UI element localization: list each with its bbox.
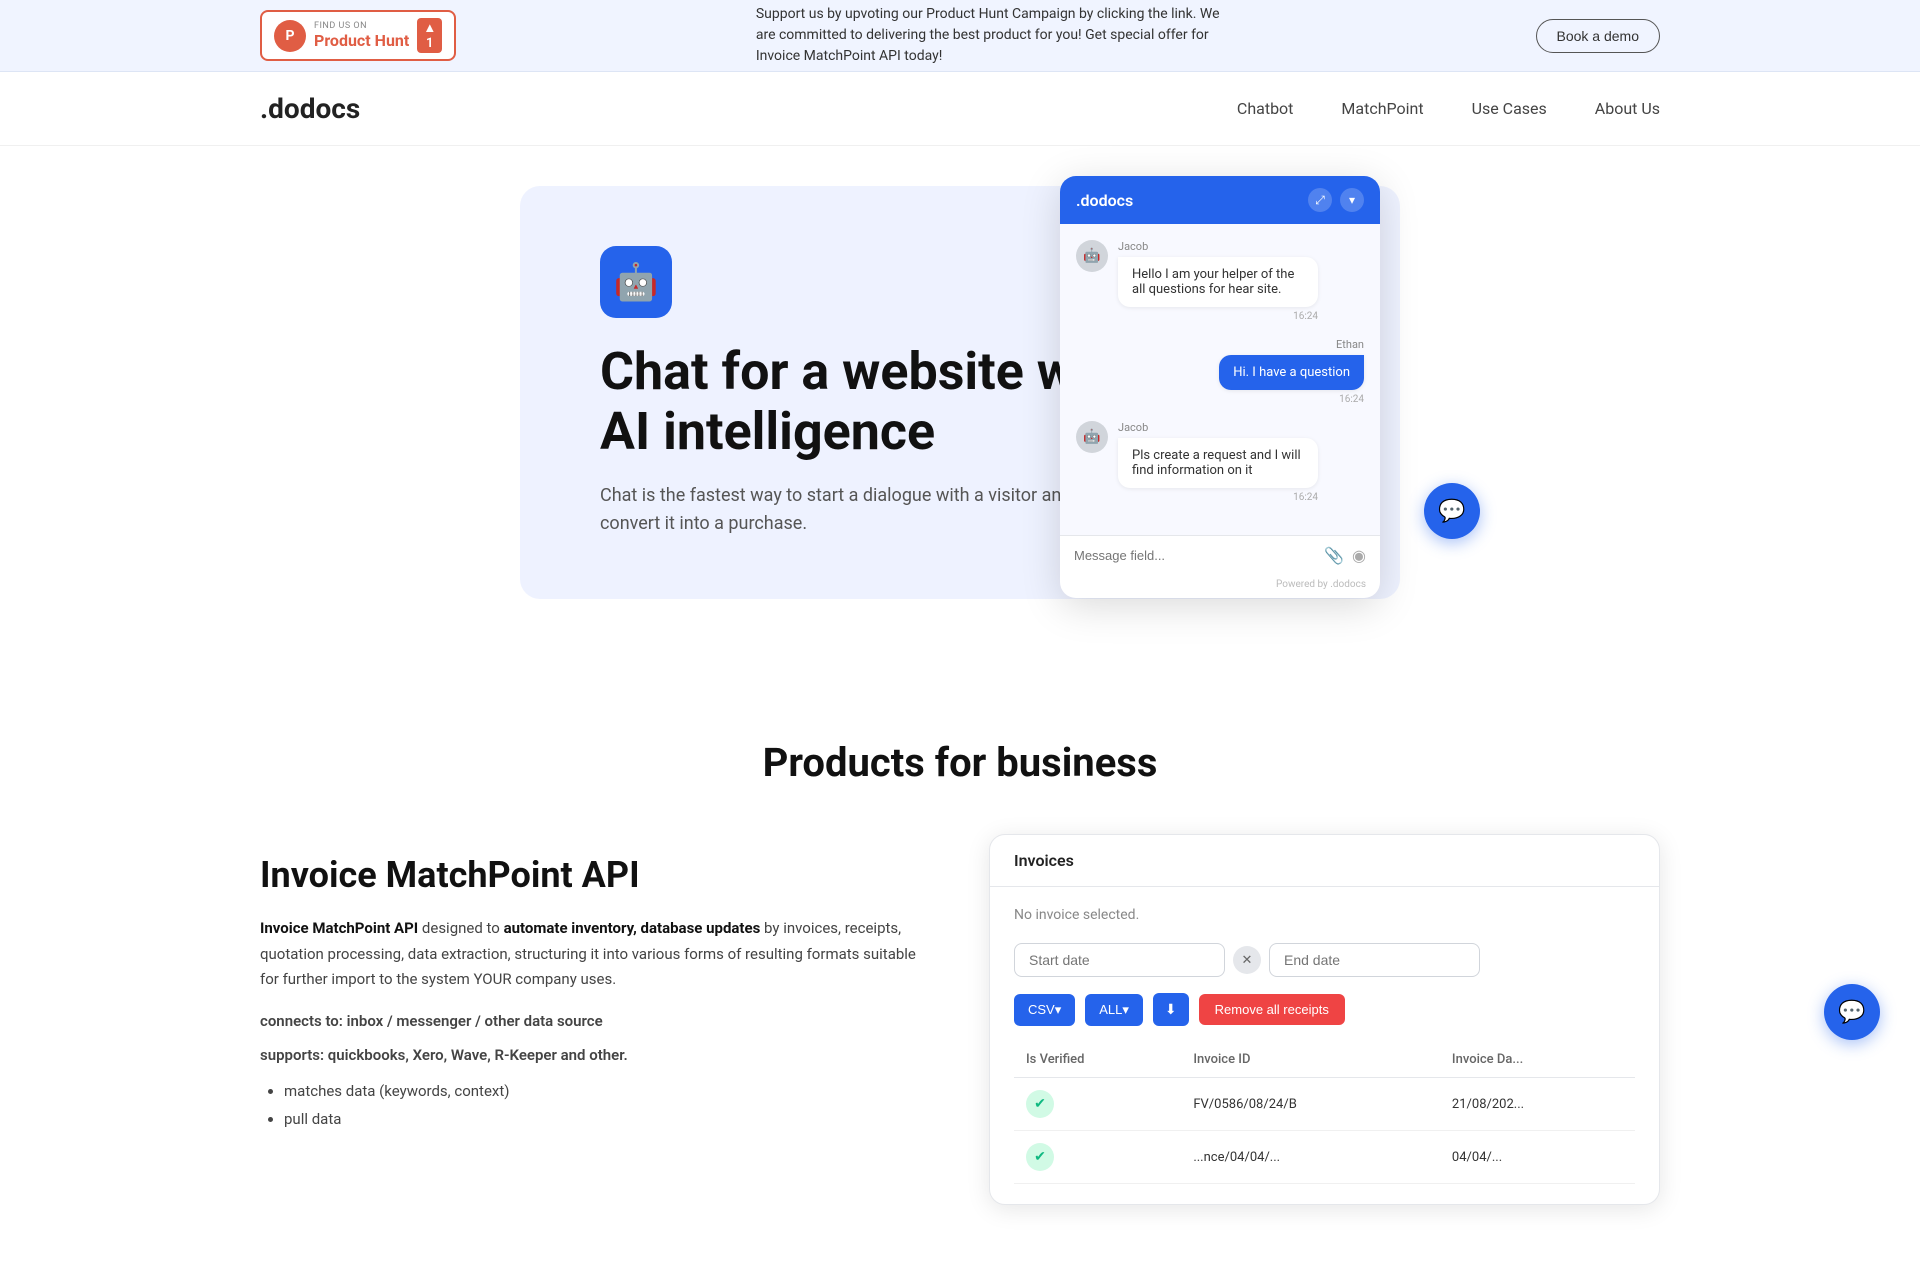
chat-header-title: .dodocs [1076,191,1133,210]
chat-bubble-3: Pls create a request and I will find inf… [1118,438,1318,488]
product-desc: Invoice MatchPoint API designed to autom… [260,916,929,993]
product-desc-prefix: Invoice MatchPoint API [260,919,418,937]
hero-floating-chat-button[interactable]: 💬 [1424,483,1480,539]
nav-links: Chatbot MatchPoint Use Cases About Us [1237,99,1660,118]
page-floating-chat-button[interactable]: 💬 [1824,984,1880,1040]
row2-id: ...nce/04/04/... [1181,1131,1440,1184]
chat-input[interactable] [1074,548,1316,563]
product-connects: connects to: inbox / messenger / other d… [260,1009,929,1033]
chat-expand-icon[interactable]: ⤢ [1308,188,1332,212]
product-bullets: matches data (keywords, context) pull da… [284,1077,929,1134]
chat-send-icon[interactable]: ◉ [1352,546,1366,565]
invoice-header: Invoices [990,835,1659,887]
end-date-input[interactable] [1269,943,1480,977]
invoice-actions: CSV▾ ALL▾ ⬇ Remove all receipts [1014,993,1635,1026]
row2-date: 04/04/... [1440,1131,1635,1184]
table-row: ✔ FV/0586/08/24/B 21/08/202... [1014,1078,1635,1131]
download-button[interactable]: ⬇ [1153,993,1189,1026]
chat-message-2: Ethan Hi. I have a question 16:24 [1076,338,1364,405]
date-clear-button[interactable]: ✕ [1233,946,1261,974]
chat-bubble-wrap-1: Jacob Hello I am your helper of the all … [1118,240,1318,322]
navbar: .dodocs Chatbot MatchPoint Use Cases Abo… [0,72,1920,146]
hero-icon: 🤖 [600,246,672,318]
remove-button[interactable]: Remove all receipts [1199,994,1345,1025]
col-invoice-id: Invoice ID [1181,1042,1440,1078]
page-chat-icon: 💬 [1838,1000,1865,1025]
chat-input-row[interactable]: 📎 ◉ [1060,535,1380,575]
col-verified: Is Verified [1014,1042,1181,1078]
chat-header-icons: ⤢ ▾ [1308,188,1364,212]
bullet-1: matches data (keywords, context) [284,1077,929,1106]
connects-value: inbox / messenger / other data source [347,1012,603,1030]
connects-label: connects to: [260,1012,343,1030]
nav-about-us[interactable]: About Us [1595,99,1660,118]
chat-time-2: 16:24 [1219,394,1364,405]
chat-widget: .dodocs ⤢ ▾ 🤖 Jacob H [1060,176,1380,598]
banner-message: Support us by upvoting our Product Hunt … [756,4,1236,67]
chat-footer: Powered by .dodocs [1060,575,1380,598]
row1-id: FV/0586/08/24/B [1181,1078,1440,1131]
top-banner: P FIND US ON Product Hunt ▲ 1 Support us… [0,0,1920,72]
chat-time-1: 16:24 [1118,311,1318,322]
start-date-input[interactable] [1014,943,1225,977]
product-desc-middle: designed to [422,919,504,937]
hero-section: 🤖 Chat for a website with AI intelligenc… [520,186,1400,599]
bullet-2: pull data [284,1105,929,1134]
check-icon-2: ✔ [1026,1143,1054,1171]
chat-collapse-icon[interactable]: ▾ [1340,188,1364,212]
chat-time-3: 16:24 [1118,492,1318,503]
book-demo-button[interactable]: Book a demo [1536,19,1661,53]
chat-message-1: 🤖 Jacob Hello I am your helper of the al… [1076,240,1364,322]
product-desc-bold: automate inventory, database updates [504,919,761,937]
chat-sender-2: Ethan [1219,338,1364,351]
product-info: Invoice MatchPoint API Invoice MatchPoin… [260,834,929,1134]
invoice-table: Is Verified Invoice ID Invoice Da... ✔ F… [1014,1042,1635,1184]
row1-date: 21/08/202... [1440,1078,1635,1131]
products-title: Products for business [260,739,1660,786]
chat-avatar-jacob-2: 🤖 [1076,421,1108,453]
table-row: ✔ ...nce/04/04/... 04/04/... [1014,1131,1635,1184]
banner-left: P FIND US ON Product Hunt ▲ 1 [260,10,456,61]
chat-bubble-wrap-2: Ethan Hi. I have a question 16:24 [1219,338,1364,405]
chat-bubble-2: Hi. I have a question [1219,355,1364,390]
all-button[interactable]: ALL▾ [1085,994,1143,1026]
chat-attach-icon[interactable]: 📎 [1324,546,1344,565]
hero-subtitle: Chat is the fastest way to start a dialo… [600,482,1120,540]
invoice-no-selected: No invoice selected. [1014,907,1635,923]
chat-body: 🤖 Jacob Hello I am your helper of the al… [1060,224,1380,535]
product-supports: supports: quickbooks, Xero, Wave, R-Keep… [260,1043,929,1067]
check-icon-1: ✔ [1026,1090,1054,1118]
product-hunt-icon: P [274,20,306,52]
invoice-product-card: Invoice MatchPoint API Invoice MatchPoin… [260,834,1660,1205]
chat-avatar-jacob-1: 🤖 [1076,240,1108,272]
product-name: Invoice MatchPoint API [260,854,929,896]
product-hunt-badge[interactable]: P FIND US ON Product Hunt ▲ 1 [260,10,456,61]
nav-matchpoint[interactable]: MatchPoint [1341,99,1423,118]
product-hunt-count: ▲ 1 [417,18,442,53]
table-header-row: Is Verified Invoice ID Invoice Da... [1014,1042,1635,1078]
chat-bubble-icon: 💬 [1438,499,1465,524]
chat-sender-1: Jacob [1118,240,1318,253]
product-hunt-text: FIND US ON Product Hunt [314,21,409,50]
chat-widget-header: .dodocs ⤢ ▾ [1060,176,1380,224]
invoice-body: No invoice selected. ✕ CSV▾ ALL▾ ⬇ Remov… [990,887,1659,1204]
chat-bubble-1: Hello I am your helper of the all questi… [1118,257,1318,307]
supports-label: supports: [260,1046,324,1064]
product-hunt-label: Product Hunt [314,31,409,50]
chat-bubble-wrap-3: Jacob Pls create a request and I will fi… [1118,421,1318,503]
invoice-widget: Invoices No invoice selected. ✕ CSV▾ ALL… [989,834,1660,1205]
csv-button[interactable]: CSV▾ [1014,994,1075,1026]
nav-use-cases[interactable]: Use Cases [1472,99,1547,118]
products-section: Products for business Invoice MatchPoint… [0,679,1920,1265]
row2-verified: ✔ [1014,1131,1181,1184]
chat-sender-3: Jacob [1118,421,1318,434]
nav-chatbot[interactable]: Chatbot [1237,99,1294,118]
invoice-date-row: ✕ [1014,943,1635,977]
col-date: Invoice Da... [1440,1042,1635,1078]
logo[interactable]: .dodocs [260,92,360,125]
chat-message-3: 🤖 Jacob Pls create a request and I will … [1076,421,1364,503]
row1-verified: ✔ [1014,1078,1181,1131]
supports-value: quickbooks, Xero, Wave, R-Keeper and oth… [328,1046,628,1064]
find-us-label: FIND US ON [314,21,409,31]
